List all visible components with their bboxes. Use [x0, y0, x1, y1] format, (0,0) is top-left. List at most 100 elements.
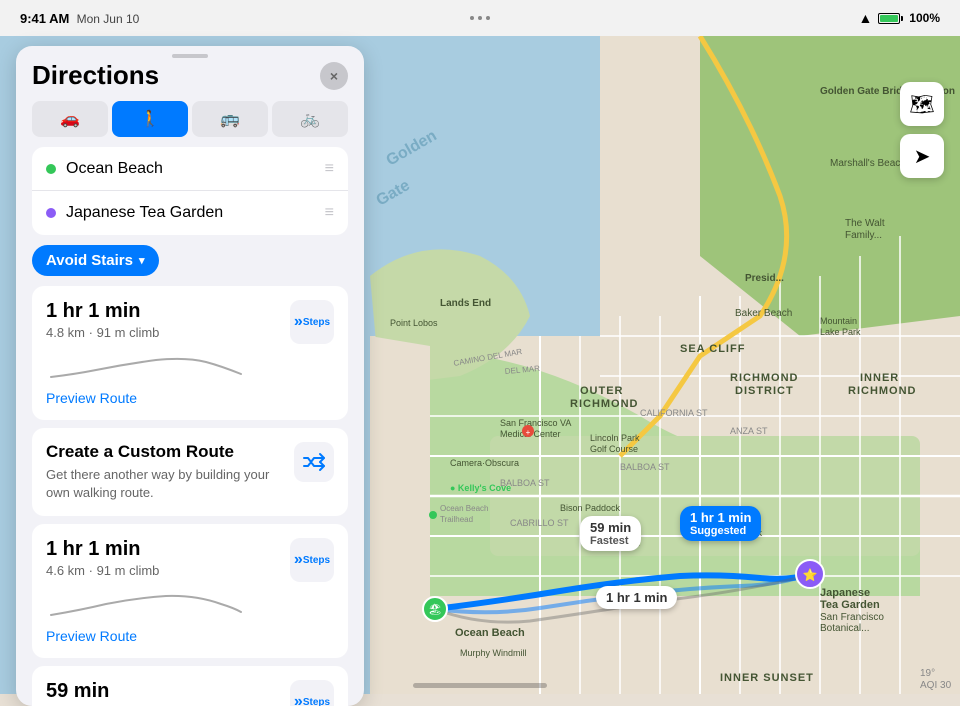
svg-text:Lincoln Park: Lincoln Park	[590, 433, 640, 443]
svg-text:Murphy Windmill: Murphy Windmill	[460, 648, 527, 658]
route-bubble-third[interactable]: 1 hr 1 min	[596, 586, 677, 609]
status-bar: 9:41 AM Mon Jun 10 ▲ 100%	[0, 0, 960, 36]
bubble-suggested-time: 1 hr 1 min	[690, 510, 751, 525]
svg-text:OUTER: OUTER	[580, 385, 624, 397]
svg-text:Camera·Obscura: Camera·Obscura	[450, 458, 519, 468]
status-time: 9:41 AM Mon Jun 10	[20, 11, 139, 26]
svg-text:Presid...: Presid...	[745, 273, 784, 284]
end-drag-icon: ≡	[325, 204, 334, 222]
svg-text:Marshall's Beach: Marshall's Beach	[830, 158, 906, 169]
bubble-suggested-label: Suggested	[690, 525, 751, 537]
svg-text:The Walt: The Walt	[845, 218, 885, 229]
route-card-1[interactable]: 1 hr 1 min 4.8 km · 91 m climb » Steps P…	[32, 286, 348, 420]
route-1-profile	[46, 352, 334, 382]
route-card-2[interactable]: 1 hr 1 min 4.6 km · 91 m climb » Steps P…	[32, 524, 348, 658]
svg-text:🏖: 🏖	[428, 603, 442, 616]
route-list[interactable]: 1 hr 1 min 4.8 km · 91 m climb » Steps P…	[16, 286, 364, 706]
route-bubble-suggested[interactable]: 1 hr 1 min Suggested	[680, 506, 761, 541]
svg-text:San Francisco VA: San Francisco VA	[500, 418, 571, 428]
route-1-steps-button[interactable]: » Steps	[290, 300, 334, 344]
wifi-icon: ▲	[858, 10, 872, 26]
location-button[interactable]: ➤	[900, 134, 944, 178]
svg-text:19°: 19°	[920, 668, 935, 679]
avoid-chevron: ▾	[139, 254, 145, 267]
route-card-1-header: 1 hr 1 min 4.8 km · 91 m climb » Steps	[46, 300, 334, 344]
start-input-row[interactable]: Ocean Beach ≡	[32, 147, 348, 191]
svg-text:RICHMOND: RICHMOND	[730, 372, 799, 384]
panel-title: Directions	[32, 60, 159, 91]
bubble-label: Fastest	[590, 535, 631, 547]
start-drag-icon: ≡	[325, 160, 334, 178]
custom-route-icon	[294, 442, 334, 482]
start-dot	[46, 164, 56, 174]
tab-bike[interactable]: 🚲	[272, 101, 348, 137]
battery-icon	[878, 13, 903, 24]
battery-percent: 100%	[909, 11, 940, 25]
custom-route-desc: Get there another way by building your o…	[46, 466, 282, 502]
svg-text:RICHMOND: RICHMOND	[848, 385, 917, 397]
avoid-section: Avoid Stairs ▾	[16, 235, 364, 286]
status-right: ▲ 100%	[858, 10, 940, 26]
tab-walk[interactable]: 🚶	[112, 101, 188, 137]
svg-text:Japanese: Japanese	[820, 587, 870, 599]
svg-text:INNER SUNSET: INNER SUNSET	[720, 672, 814, 684]
tab-car[interactable]: 🚗	[32, 101, 108, 137]
custom-route-title: Create a Custom Route	[46, 442, 282, 462]
svg-text:AQI 30: AQI 30	[920, 680, 952, 691]
custom-route-card[interactable]: Create a Custom Route Get there another …	[32, 428, 348, 516]
route-1-steps-label: Steps	[303, 317, 330, 328]
route-card-2-header: 1 hr 1 min 4.6 km · 91 m climb » Steps	[46, 538, 334, 582]
route-3-steps-icon: »	[294, 693, 303, 706]
svg-text:Lake Park: Lake Park	[820, 327, 861, 337]
panel-header: Directions ×	[16, 60, 364, 101]
route-card-3[interactable]: 59 min 4.6 km · 91 m climb » Steps	[32, 666, 348, 706]
svg-text:Baker Beach: Baker Beach	[735, 308, 792, 319]
route-2-time: 1 hr 1 min	[46, 538, 159, 561]
route-1-time: 1 hr 1 min	[46, 300, 159, 323]
svg-text:SEA CLIFF: SEA CLIFF	[680, 343, 745, 355]
end-input-row[interactable]: Japanese Tea Garden ≡	[32, 191, 348, 235]
route-2-preview-link[interactable]: Preview Route	[46, 628, 334, 644]
route-3-steps-button[interactable]: » Steps	[290, 680, 334, 706]
svg-text:CABRILLO ST: CABRILLO ST	[510, 518, 569, 528]
route-2-meta: 4.6 km · 91 m climb	[46, 563, 159, 578]
avoid-stairs-button[interactable]: Avoid Stairs ▾	[32, 245, 159, 276]
route-inputs: Ocean Beach ≡ Japanese Tea Garden ≡	[32, 147, 348, 235]
svg-text:Ocean Beach: Ocean Beach	[440, 504, 488, 513]
svg-text:Trailhead: Trailhead	[440, 515, 473, 524]
route-1-preview-link[interactable]: Preview Route	[46, 390, 334, 406]
top-dots	[470, 0, 490, 36]
svg-text:CALIFORNIA ST: CALIFORNIA ST	[640, 408, 708, 418]
route-card-3-header: 59 min 4.6 km · 91 m climb » Steps	[46, 680, 334, 706]
svg-text:DISTRICT: DISTRICT	[735, 385, 794, 397]
svg-text:Bison Paddock: Bison Paddock	[560, 503, 621, 513]
svg-text:Tea Garden: Tea Garden	[820, 599, 880, 611]
route-1-meta: 4.8 km · 91 m climb	[46, 325, 159, 340]
svg-text:Lands End: Lands End	[440, 298, 491, 309]
svg-text:Mountain: Mountain	[820, 316, 857, 326]
map-buttons: 🗺 ➤	[900, 82, 944, 178]
route-3-time: 59 min	[46, 680, 159, 703]
custom-route-text: Create a Custom Route Get there another …	[46, 442, 282, 502]
route-bubble-fastest[interactable]: 59 min Fastest	[580, 516, 641, 551]
svg-text:ANZA ST: ANZA ST	[730, 426, 768, 436]
end-label: Japanese Tea Garden	[66, 204, 315, 222]
svg-text:BALBOA ST: BALBOA ST	[500, 478, 550, 488]
svg-text:San Francisco: San Francisco	[820, 612, 884, 623]
route-1-steps-icon: »	[294, 313, 303, 331]
svg-text:Family...: Family...	[845, 230, 882, 241]
svg-text:RICHMOND: RICHMOND	[570, 398, 639, 410]
shuffle-icon	[302, 450, 326, 474]
avoid-stairs-label: Avoid Stairs	[46, 252, 133, 269]
svg-text:Botanical...: Botanical...	[820, 623, 869, 634]
route-2-steps-icon: »	[294, 551, 303, 569]
route-2-steps-button[interactable]: » Steps	[290, 538, 334, 582]
bubble-third-time: 1 hr 1 min	[606, 590, 667, 605]
tab-transit[interactable]: 🚌	[192, 101, 268, 137]
map-type-button[interactable]: 🗺	[900, 82, 944, 126]
home-indicator	[413, 683, 547, 688]
start-label: Ocean Beach	[66, 160, 315, 178]
svg-text:Point Lobos: Point Lobos	[390, 318, 438, 328]
close-button[interactable]: ×	[320, 62, 348, 90]
svg-text:Golf Course: Golf Course	[590, 444, 638, 454]
